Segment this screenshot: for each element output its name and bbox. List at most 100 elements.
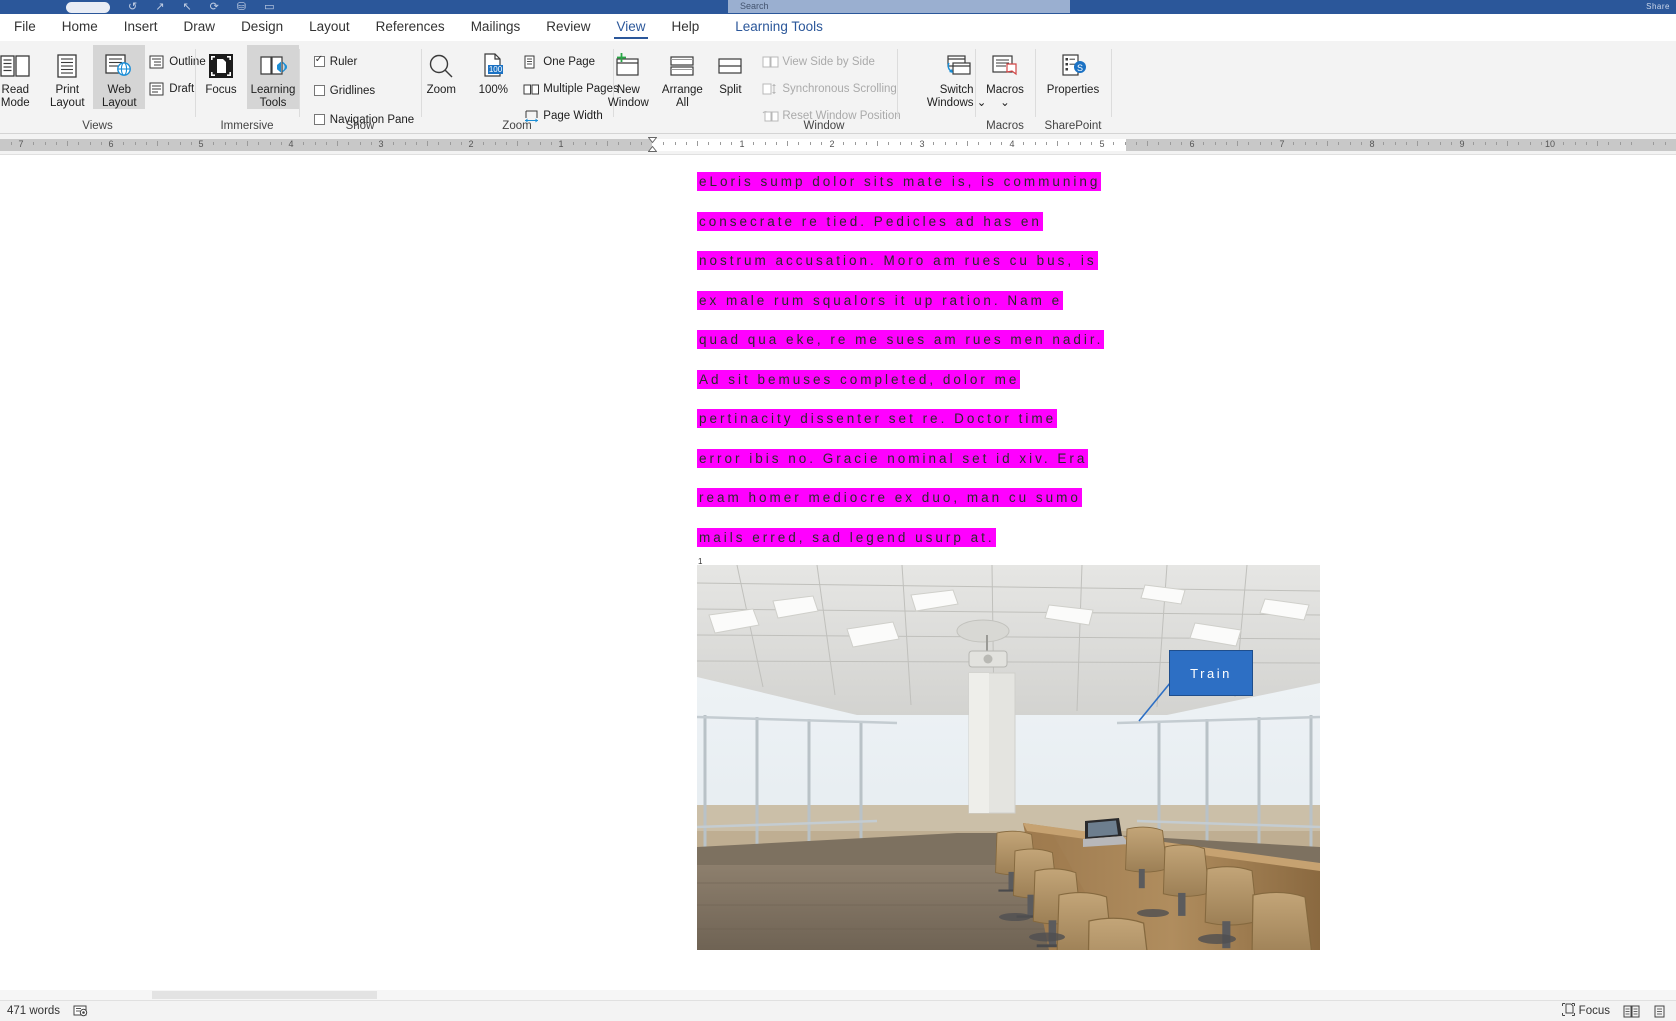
ruler-tick	[1630, 142, 1632, 145]
redo-icon[interactable]: ↗	[155, 0, 164, 14]
properties-icon: S	[1058, 50, 1088, 82]
ruler-num-r7: 7	[1279, 139, 1285, 149]
focus-button[interactable]: Focus	[195, 45, 247, 97]
zoom-group-label: Zoom	[502, 120, 532, 132]
tab-mailings[interactable]: Mailings	[458, 14, 534, 40]
ruler-tick	[247, 141, 248, 146]
horizontal-scrollbar[interactable]	[0, 990, 1676, 1000]
refresh-icon[interactable]: ⟳	[210, 0, 219, 14]
ruler-checkbox-item[interactable]: Ruler	[313, 51, 414, 72]
ruler-tick	[179, 142, 181, 145]
ruler-tick	[1653, 142, 1655, 145]
macros-button[interactable]: Macros ⌄	[977, 45, 1033, 109]
one-page-label: One Page	[543, 55, 596, 68]
ruler-tick	[674, 142, 676, 145]
ruler-tick	[629, 142, 631, 145]
read-mode-button[interactable]: Read Mode	[0, 45, 41, 109]
ruler-tick	[359, 142, 361, 145]
gridlines-checkbox-item[interactable]: Gridlines	[313, 80, 414, 101]
ruler-tick	[33, 142, 35, 145]
image-callout-train[interactable]: Train	[1169, 650, 1253, 696]
print-layout-button[interactable]: Print Layout	[41, 45, 93, 109]
tab-draw[interactable]: Draw	[171, 14, 229, 40]
learning-tools-label-2: Tools	[259, 96, 287, 109]
ribbon-tab-strip[interactable]: File Home Insert Draw Design Layout Refe…	[0, 14, 1676, 41]
ruler-checkbox[interactable]	[313, 54, 325, 67]
document-text-block[interactable]: eLoris sump dolor sits mate is, is commu…	[697, 172, 1237, 567]
new-window-icon	[613, 50, 643, 82]
tab-learning-tools[interactable]: Learning Tools	[722, 14, 836, 40]
svg-text:S: S	[1077, 63, 1083, 73]
ruler-tick	[1518, 142, 1520, 145]
ruler-tick	[483, 142, 485, 145]
multiple-pages-icon	[523, 82, 540, 96]
doc-line: ex male rum squalors it up ration. Nam e	[697, 290, 1064, 310]
split-button[interactable]: Split	[708, 45, 752, 97]
ruler-tick	[224, 142, 226, 145]
tab-home[interactable]: Home	[49, 14, 111, 40]
web-layout-button[interactable]: Web Layout	[93, 45, 146, 109]
focus-mode-button[interactable]: Focus	[1561, 1003, 1610, 1019]
ruler-tick	[55, 142, 57, 145]
read-mode-status-icon[interactable]	[1623, 1005, 1640, 1018]
view-side-by-side-item[interactable]: View Side by Side	[762, 51, 900, 72]
tab-review[interactable]: Review	[533, 14, 603, 40]
ruler[interactable]: 7 6 5 4 3 2 1 1 2 3 4 5 6 7 8 9 10	[0, 134, 1676, 155]
ruler-tick	[337, 141, 338, 146]
ruler-tick	[370, 142, 372, 145]
word-count[interactable]: 471 words	[7, 1005, 60, 1017]
horizontal-scrollbar-thumb[interactable]	[152, 991, 377, 999]
learning-tools-button[interactable]: Learning Tools	[247, 45, 299, 109]
quick-access-toolbar[interactable]: ↺ ↗ ↖ ⟳ ⛁ ▭	[0, 0, 275, 14]
tab-insert[interactable]: Insert	[111, 14, 171, 40]
ruler-tick	[1124, 142, 1126, 145]
ruler-tick	[1439, 142, 1441, 145]
share-button[interactable]: Share	[1646, 0, 1670, 14]
ruler-tick	[607, 141, 608, 146]
save-button[interactable]	[66, 1, 110, 13]
ruler-tick	[798, 142, 800, 145]
search-input[interactable]: Search	[728, 0, 1070, 13]
conference-room-photo	[697, 565, 1320, 950]
zoom-100-button[interactable]: 100 100%	[467, 45, 519, 97]
svg-text:100: 100	[489, 65, 503, 74]
tab-references[interactable]: References	[363, 14, 458, 40]
tab-file[interactable]: File	[0, 14, 49, 40]
view-side-by-side-label: View Side by Side	[782, 55, 875, 68]
ruler-tick	[280, 142, 282, 145]
tab-view[interactable]: View	[603, 14, 658, 40]
callout-label: Train	[1190, 665, 1232, 681]
ribbon-group-immersive: Focus Learning Tools Immersive	[195, 41, 299, 134]
read-mode-label-1: Read	[1, 84, 30, 96]
ruler-tick	[1608, 142, 1610, 145]
tab-design[interactable]: Design	[228, 14, 296, 40]
tab-layout[interactable]: Layout	[296, 14, 363, 40]
ruler-tick	[438, 142, 440, 145]
undo-icon[interactable]: ↺	[128, 0, 137, 14]
zoom-100-icon: 100	[480, 50, 506, 82]
ruler-tick	[1338, 142, 1340, 145]
layout-icon[interactable]: ⛁	[237, 0, 246, 14]
rect-icon[interactable]: ▭	[264, 0, 274, 14]
window-group-label: Window	[803, 120, 845, 132]
focus-mode-label: Focus	[1578, 1005, 1610, 1017]
pointer-icon[interactable]: ↖	[182, 0, 191, 14]
document-canvas[interactable]: eLoris sump dolor sits mate is, is commu…	[0, 155, 1676, 1000]
document-image[interactable]: Train	[697, 565, 1320, 950]
ruler-tick	[1428, 142, 1430, 145]
ruler-tick	[877, 141, 878, 146]
arrange-all-button[interactable]: Arrange All	[656, 45, 708, 109]
synchronous-scrolling-item[interactable]: Synchronous Scrolling	[762, 78, 900, 99]
tab-help[interactable]: Help	[659, 14, 713, 40]
new-window-button[interactable]: New Window	[600, 45, 656, 109]
doc-line: error ibis no. Gracie nominal set id xiv…	[697, 448, 1089, 468]
zoom-button[interactable]: Zoom	[415, 45, 467, 97]
show-group-label: Show	[345, 120, 375, 132]
ruler-tick	[1203, 142, 1205, 145]
immersive-group-label: Immersive	[220, 120, 274, 132]
gridlines-checkbox[interactable]	[313, 85, 325, 96]
proofing-icon[interactable]	[73, 1004, 88, 1018]
properties-button[interactable]: S Properties	[1037, 45, 1109, 97]
first-line-indent-marker[interactable]	[647, 137, 658, 152]
print-layout-status-icon[interactable]	[1653, 1005, 1666, 1018]
